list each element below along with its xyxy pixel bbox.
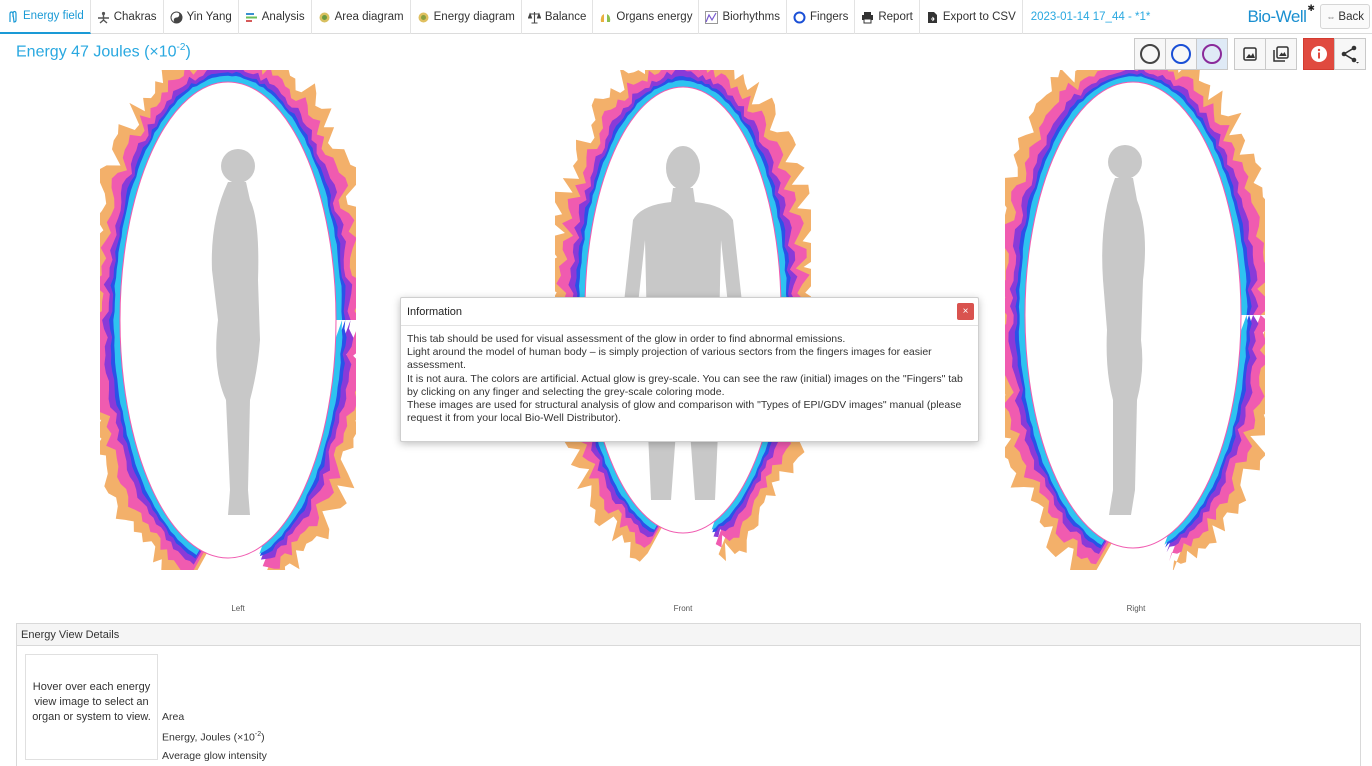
energy-suffix: ) (185, 43, 191, 61)
grey-ring-mode-button[interactable] (1134, 38, 1166, 70)
tab-label: Energy field (23, 10, 84, 22)
grey-ring-icon (1140, 44, 1160, 64)
back-arrows-icon: ⇔ (1326, 11, 1336, 22)
figure-label-front: Front (673, 604, 693, 613)
dialog-title: Information (407, 305, 463, 318)
dialog-body: This tab should be used for visual asses… (401, 326, 978, 432)
logo-star-icon: ✱ (1307, 3, 1315, 13)
detail-row-energy: Energy, Joules (×10-2) (162, 726, 267, 747)
tab-chakras[interactable]: Chakras (91, 0, 164, 34)
dialog-line: Light around the model of human body – i… (407, 346, 932, 372)
tab-label: Yin Yang (186, 11, 232, 23)
detail-row-area: Area (162, 711, 185, 723)
tab-label: Balance (544, 11, 587, 23)
images-stack-icon (1273, 46, 1289, 62)
tab-energy-diagram[interactable]: Energy diagram (411, 0, 522, 34)
energy-row-suffix: ) (261, 731, 265, 744)
purple-ring-mode-button[interactable] (1196, 38, 1228, 70)
tab-yin-yang[interactable]: Yin Yang (164, 0, 239, 34)
dialog-close-button[interactable]: × (957, 303, 974, 320)
back-button[interactable]: ⇔ Back (1320, 4, 1370, 29)
tab-bar: Energy field Chakras Yin Yang Analysis A… (0, 0, 1372, 34)
printer-icon (862, 11, 874, 23)
tab-label: Analysis (261, 11, 305, 23)
tab-label: Biorhythms (722, 11, 780, 23)
dialog-line: It is not aura. The colors are artificia… (407, 372, 963, 398)
share-button[interactable] (1334, 38, 1366, 70)
back-label: Back (1338, 10, 1364, 23)
images-stack-button[interactable] (1265, 38, 1297, 70)
tab-label: Fingers (809, 11, 849, 23)
tab-analysis[interactable]: Analysis (239, 0, 312, 34)
tab-area-diagram[interactable]: Area diagram (312, 0, 411, 34)
tab-label: Chakras (113, 11, 157, 23)
figure-label-right: Right (1126, 604, 1146, 613)
tab-report[interactable]: Report (855, 0, 920, 34)
chakra-person-icon (97, 11, 109, 24)
balance-icon (527, 11, 541, 24)
dialog-header: Information (401, 298, 978, 326)
image-icon (1243, 47, 1257, 61)
organs-icon (601, 13, 611, 22)
biorhythms-icon (705, 10, 719, 24)
tab-organs-energy[interactable]: Organs energy (593, 0, 700, 34)
export-file-icon (927, 11, 937, 23)
tab-energy-field[interactable]: Energy field (0, 0, 91, 34)
tab-label: Report (878, 11, 913, 23)
yin-yang-icon (170, 11, 183, 23)
tab-label: Area diagram (334, 11, 404, 23)
hand-icon (9, 10, 17, 23)
tab-label: Energy diagram (433, 11, 515, 23)
logo-text: Bio-Well (1247, 6, 1307, 26)
details-title: Energy View Details (17, 624, 1360, 646)
tab-label: Organs energy (616, 11, 693, 23)
dialog-line: This tab should be used for visual asses… (407, 333, 846, 345)
information-dialog: Information × This tab should be used fo… (400, 297, 979, 442)
area-diagram-icon (319, 12, 330, 22)
dialog-line: These images are used for structural ana… (407, 399, 962, 425)
detail-rows: Area Energy, Joules (×10-2) Average glow… (162, 708, 267, 765)
tab-balance[interactable]: Balance (522, 0, 594, 34)
share-icon (1341, 45, 1359, 64)
bio-well-logo: Bio-Well ✱ (1241, 0, 1315, 33)
blue-ring-mode-button[interactable] (1165, 38, 1197, 70)
energy-field-left[interactable] (100, 70, 356, 570)
info-icon (1311, 46, 1327, 62)
view-toolbar (1134, 38, 1366, 70)
figure-label-left: Left (231, 604, 245, 613)
tab-label: Export to CSV (942, 11, 1016, 23)
tab-export-csv[interactable]: Export to CSV (920, 0, 1023, 34)
session-label: 2023-01-14 17_44 - *1* (1030, 11, 1151, 23)
detail-row-glow: Average glow intensity (162, 749, 267, 762)
energy-view-details-panel: Energy View Details Hover over each ener… (16, 623, 1361, 766)
hover-hint-box: Hover over each energy view image to sel… (25, 654, 158, 760)
energy-title: Energy 47 Joules (×10-2) (16, 42, 191, 61)
info-button[interactable] (1303, 38, 1335, 70)
energy-diagram-icon (418, 12, 429, 22)
energy-prefix: Energy 47 Joules (×10 (16, 43, 177, 61)
analysis-bars-icon (245, 12, 257, 22)
image-button[interactable] (1234, 38, 1266, 70)
tab-fingers[interactable]: Fingers (787, 0, 856, 34)
energy-row-prefix: Energy, Joules (×10 (162, 731, 255, 744)
purple-ring-icon (1202, 44, 1222, 64)
energy-field-right[interactable] (1005, 70, 1265, 570)
tab-biorhythms[interactable]: Biorhythms (699, 0, 787, 34)
fingers-ring-icon (793, 11, 806, 23)
blue-ring-icon (1171, 44, 1191, 64)
